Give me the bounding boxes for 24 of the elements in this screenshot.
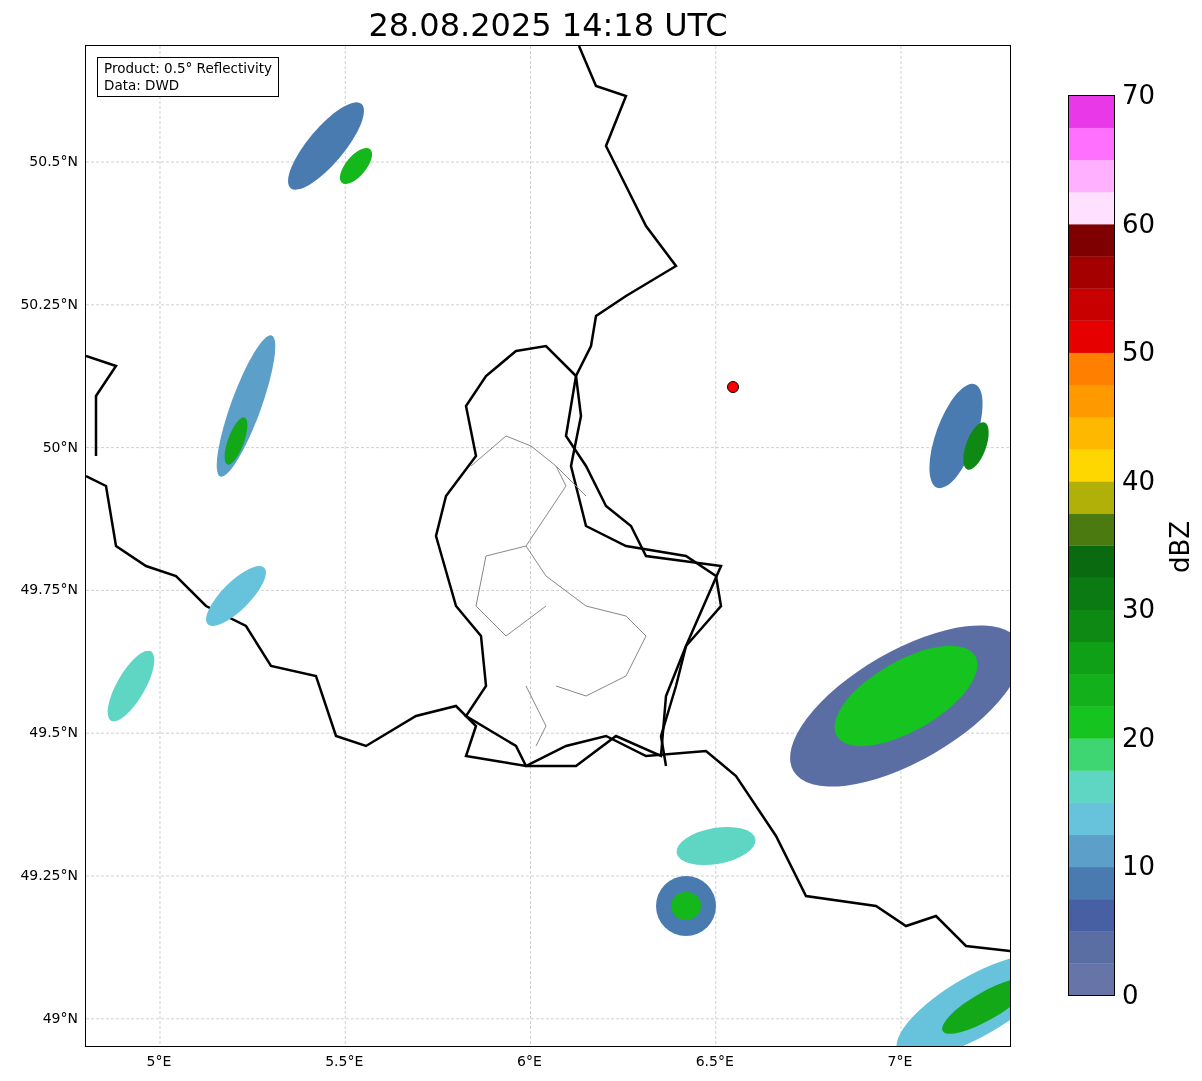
- legend-text: Data: DWD: [104, 77, 181, 94]
- colorbar-tick-label: 30: [1122, 594, 1156, 625]
- longitude-label: 5°E: [146, 1052, 172, 1070]
- latitude-label: 49.25°N: [20, 866, 78, 884]
- colorbar-tick-label: 70: [1122, 80, 1156, 110]
- latitude-label: 49.5°N: [29, 723, 78, 742]
- colorbar-tick-label: 20: [1122, 722, 1156, 753]
- latitude-label: 50°N: [42, 437, 78, 456]
- chart-title: 28.08.2025 14:18 UTC: [368, 5, 728, 46]
- longitude-label: 7°E: [887, 1052, 913, 1070]
- latitude-label: 50.25°N: [20, 294, 78, 313]
- colorbar-tick-label: 10: [1122, 851, 1156, 882]
- colorbar-label: dBZ: [1165, 520, 1195, 574]
- latitude-label: 50.5°N: [29, 152, 78, 170]
- longitude-label: 6.5°E: [695, 1052, 734, 1070]
- latitude-label: 49.75°N: [20, 580, 78, 599]
- legend-text: Product: 0.5° Reflectivity: [104, 60, 272, 77]
- longitude-label: 5.5°E: [325, 1052, 364, 1070]
- longitude-label: 6°E: [517, 1052, 542, 1070]
- colorbar-tick-label: 0: [1122, 980, 1139, 1010]
- latitude-label: 49°N: [42, 1008, 78, 1027]
- colorbar-tick-label: 60: [1122, 208, 1156, 239]
- colorbar-tick-label: 40: [1122, 465, 1156, 496]
- colorbar-tick-label: 50: [1122, 337, 1156, 368]
